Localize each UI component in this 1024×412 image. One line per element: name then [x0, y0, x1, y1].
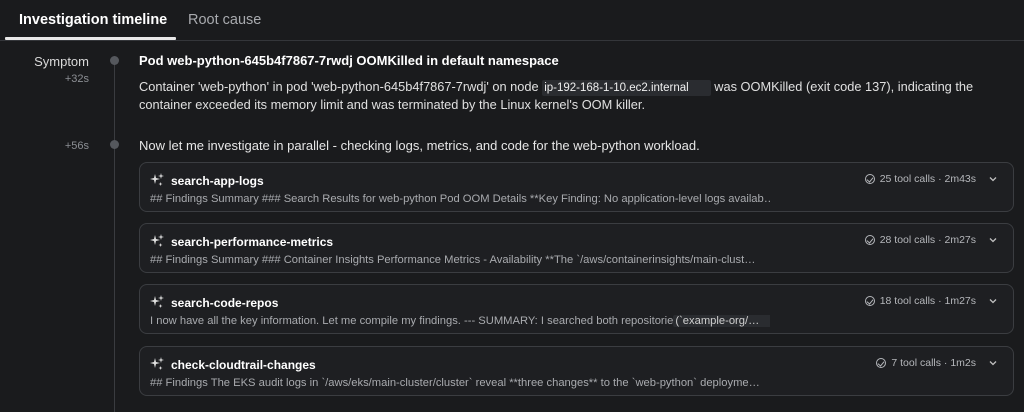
active-tab-indicator	[5, 37, 176, 40]
sparkle-icon	[150, 295, 164, 308]
timeline-dot	[110, 56, 119, 65]
card-meta: 28 tool calls · 2m27s	[864, 234, 999, 246]
symptom-desc-part1: Container 'web-python' in pod 'web-pytho…	[139, 79, 543, 94]
sparkle-icon	[150, 173, 164, 186]
chevron-down-icon[interactable]	[987, 234, 999, 246]
step-message: Now let me investigate in parallel - che…	[139, 138, 700, 153]
card-title: search-performance-metrics	[171, 235, 334, 249]
node-name-chip: ip-192-168-1-10.ec2.internal	[542, 80, 711, 96]
tab-root-cause[interactable]: Root cause	[188, 12, 261, 28]
card-summary: ## Findings The EKS audit logs in `/aws/…	[150, 377, 760, 389]
check-circle-icon	[864, 174, 875, 184]
tab-investigation-timeline[interactable]: Investigation timeline	[19, 12, 167, 28]
symptom-title: Pod web-python-645b4f7867-7rwdj OOMKille…	[139, 53, 559, 68]
agent-card[interactable]: check-cloudtrail-changes 7 tool calls · …	[139, 346, 1014, 396]
tool-calls-info: 18 tool calls · 1m27s	[879, 295, 976, 307]
chevron-down-icon[interactable]	[987, 173, 999, 185]
tool-calls-info: 7 tool calls · 1m2s	[891, 357, 976, 369]
timeline-rail	[114, 60, 115, 412]
sparkle-icon	[150, 234, 164, 247]
chevron-down-icon[interactable]	[987, 357, 999, 369]
symptom-label: Symptom	[34, 54, 89, 69]
chevron-down-icon[interactable]	[987, 295, 999, 307]
tool-calls-info: 28 tool calls · 2m27s	[879, 234, 976, 246]
agent-card[interactable]: search-code-repos 18 tool calls · 1m27s …	[139, 284, 1014, 334]
sparkle-icon	[150, 357, 164, 370]
card-meta: 7 tool calls · 1m2s	[876, 357, 999, 369]
card-summary: ## Findings Summary ### Search Results f…	[150, 193, 770, 205]
card-summary: ## Findings Summary ### Container Insigh…	[150, 254, 756, 266]
card-title: search-app-logs	[171, 174, 264, 188]
symptom-description: Container 'web-python' in pod 'web-pytho…	[139, 78, 1009, 114]
step-timestamp: +56s	[64, 140, 89, 152]
check-circle-icon	[864, 296, 875, 306]
card-summary-text: I now have all the key information. Let …	[150, 315, 674, 327]
repo-name-chip: (`example-org/…	[673, 315, 770, 327]
check-circle-icon	[864, 235, 875, 245]
card-meta: 18 tool calls · 1m27s	[864, 295, 999, 307]
card-meta: 25 tool calls · 2m43s	[864, 173, 999, 185]
symptom-timestamp: +32s	[64, 73, 89, 85]
agent-card[interactable]: search-app-logs 25 tool calls · 2m43s ##…	[139, 162, 1014, 212]
tool-calls-info: 25 tool calls · 2m43s	[879, 173, 976, 185]
card-title: check-cloudtrail-changes	[171, 358, 316, 372]
agent-card[interactable]: search-performance-metrics 28 tool calls…	[139, 223, 1014, 273]
card-title: search-code-repos	[171, 296, 279, 310]
tab-bar: Investigation timeline Root cause	[0, 0, 1024, 41]
timeline-dot	[110, 140, 119, 149]
check-circle-icon	[876, 358, 887, 368]
card-summary: I now have all the key information. Let …	[150, 315, 770, 327]
